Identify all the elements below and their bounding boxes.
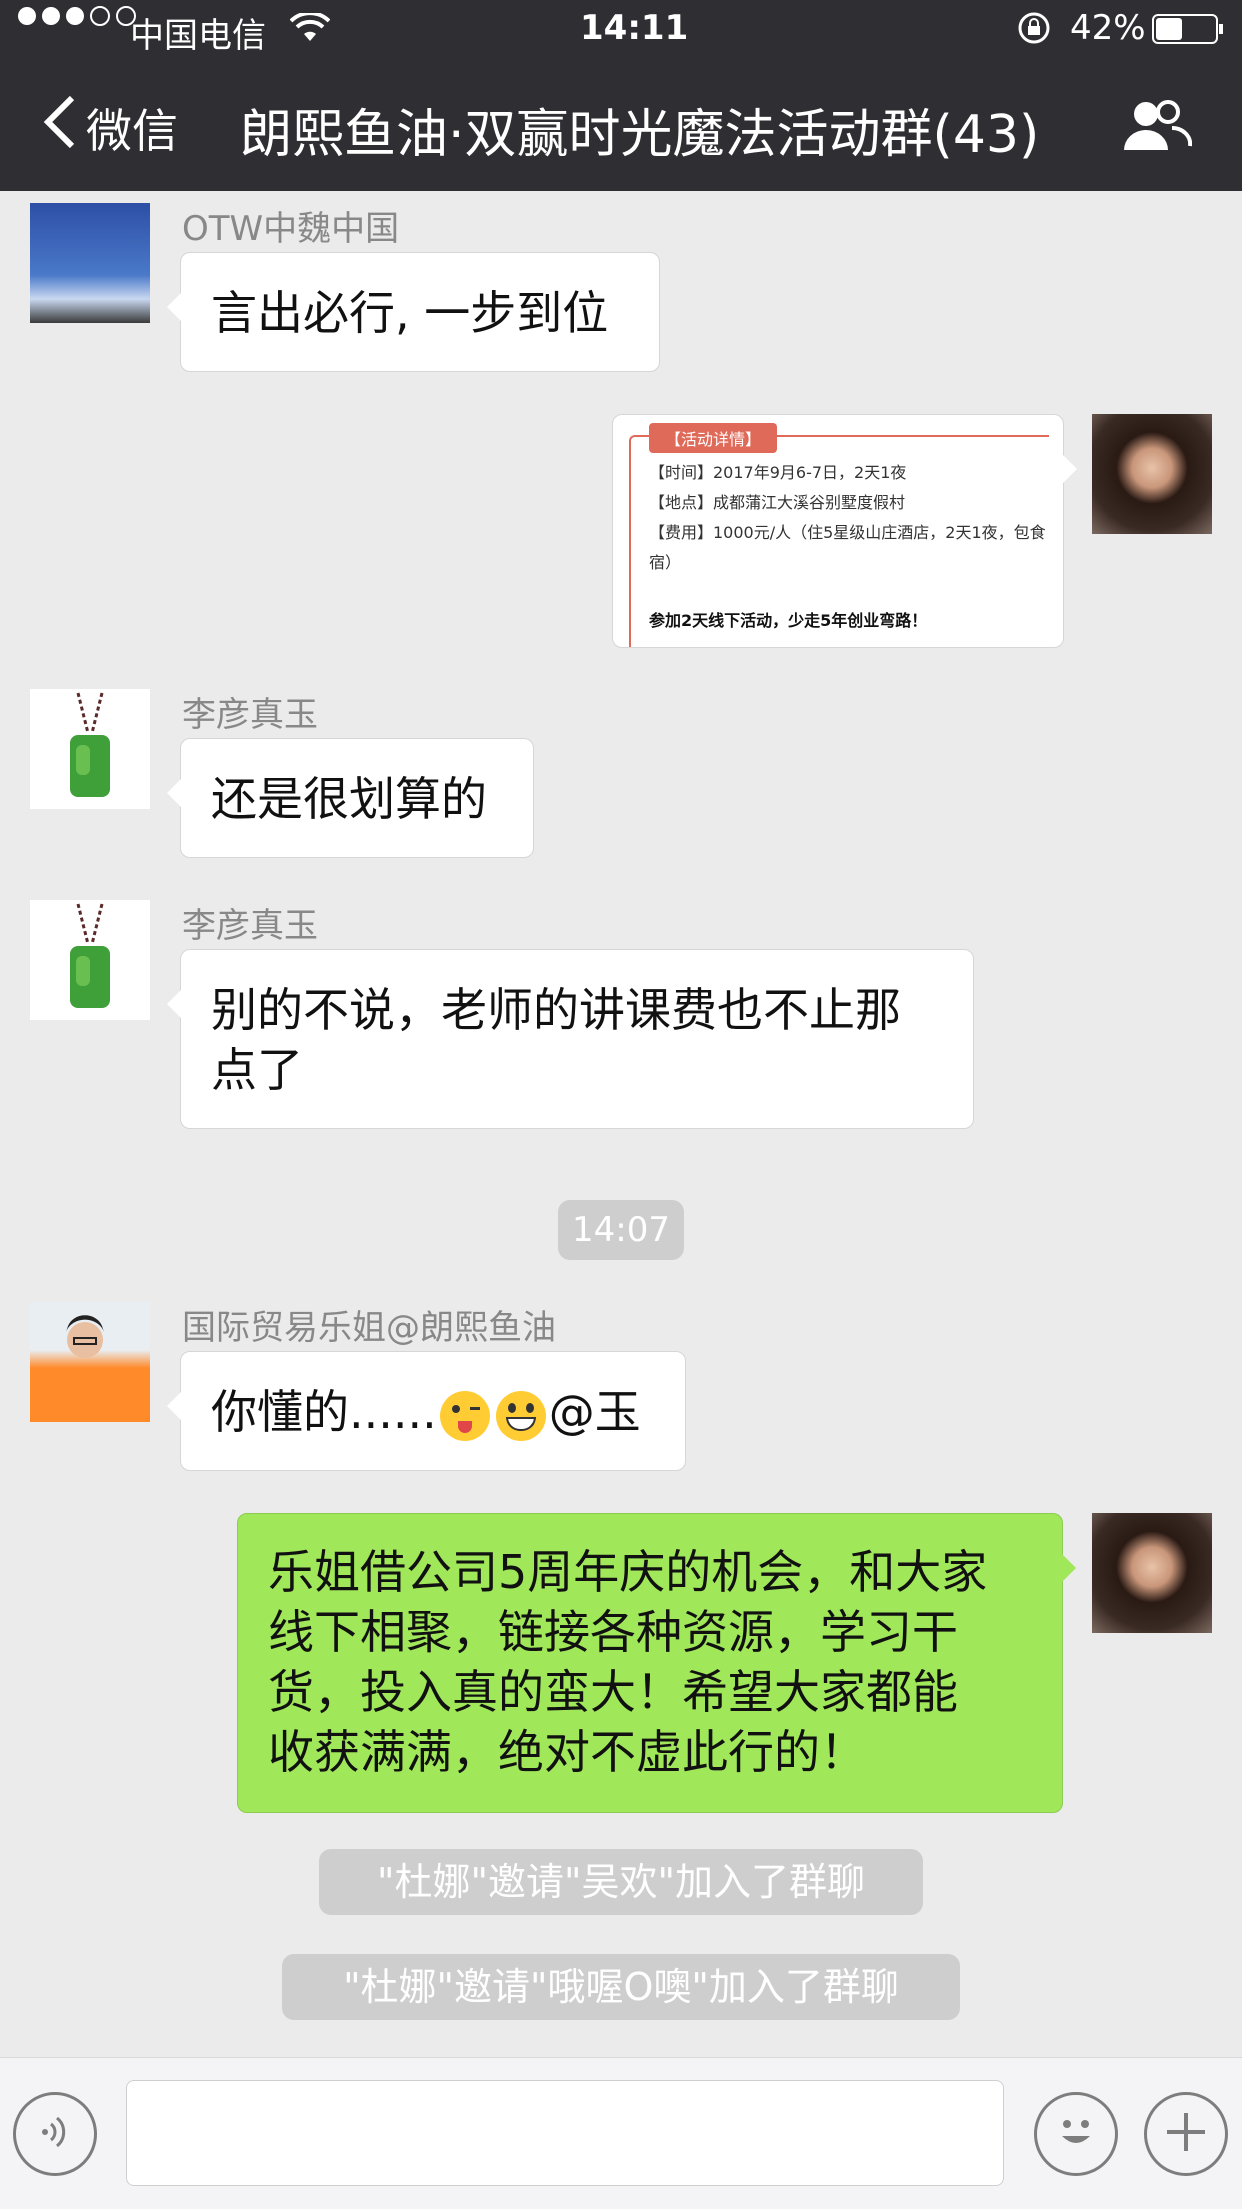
back-label: 微信	[86, 103, 178, 158]
message-text-line: 货，投入真的蛮大！希望大家都能	[268, 1665, 958, 1719]
system-notice: "杜娜"邀请"吴欢"加入了群聊	[319, 1849, 923, 1915]
back-button[interactable]: 微信	[40, 92, 178, 163]
sender-name: 国际贸易乐姐@朗熙鱼油	[182, 1308, 556, 1348]
message-bubble-self[interactable]: 乐姐借公司5周年庆的机会，和大家 线下相聚，链接各种资源，学习干 货，投入真的蛮…	[237, 1513, 1076, 1813]
signal-dots-icon	[18, 6, 136, 26]
avatar-le-jie[interactable]	[30, 1302, 150, 1422]
emoji-button[interactable]	[1034, 2092, 1118, 2176]
message-text: @玉	[548, 1385, 641, 1439]
sender-name: 李彦真玉	[182, 906, 318, 946]
activity-fee: 【费用】1000元/人（住5星级山庄酒店，2天1夜，包食	[649, 523, 1046, 542]
message-bubble[interactable]: 还是很划算的	[167, 738, 534, 858]
clock: 14:11	[580, 8, 689, 48]
activity-slogan: 参加2天线下活动，少走5年创业弯路！	[649, 611, 928, 630]
activity-place: 【地点】成都蒲江大溪谷别墅度假村	[649, 493, 906, 512]
avatar-jade[interactable]	[30, 900, 150, 1020]
emoji-icon	[1046, 2102, 1106, 2166]
battery-percent: 42%	[1070, 8, 1146, 48]
message-text-line: 收获满满，绝对不虚此行的！	[268, 1725, 866, 1779]
message-text: 言出必行, 一步到位	[211, 286, 609, 340]
plus-icon	[1161, 2107, 1211, 2161]
carrier-label: 中国电信	[130, 16, 266, 56]
voice-icon	[33, 2110, 77, 2158]
avatar-otw[interactable]	[30, 203, 150, 323]
sender-name: OTW中魏中国	[182, 209, 400, 249]
avatar-self[interactable]	[1092, 414, 1212, 534]
grinning-emoji	[495, 1390, 546, 1441]
message-bubble[interactable]: 言出必行, 一步到位	[167, 252, 660, 372]
time-divider: 14:07	[558, 1200, 684, 1260]
message-text: 还是很划算的	[211, 772, 487, 826]
top-bar: 中国电信 14:11 42% 微信 朗熙鱼油·双赢时光魔法活动群(43)	[0, 0, 1242, 191]
group-members-icon[interactable]	[1120, 98, 1193, 160]
message-bubble[interactable]: 别的不说，老师的讲课费也不止那 点了	[167, 949, 974, 1129]
message-input[interactable]	[126, 2080, 1004, 2186]
message-text-line: 线下相聚，链接各种资源，学习干	[268, 1605, 958, 1659]
system-notice: "杜娜"邀请"哦喔O噢"加入了群聊	[282, 1954, 960, 2020]
winking-tongue-emoji	[439, 1390, 490, 1441]
back-chevron-icon	[40, 92, 80, 163]
activity-image-card[interactable]: 【活动详情】 【时间】2017年9月6-7日，2天1夜 【地点】成都蒲江大溪谷别…	[612, 414, 1077, 648]
message-text-line: 别的不说，老师的讲课费也不止那	[211, 983, 901, 1037]
more-button[interactable]	[1144, 2092, 1228, 2176]
avatar-self[interactable]	[1092, 1513, 1212, 1633]
chat-area[interactable]: OTW中魏中国 言出必行, 一步到位 【活动详情】 【时间】2017年9月6-7…	[0, 191, 1242, 2057]
wifi-icon	[289, 11, 331, 52]
rotation-lock-icon	[1016, 10, 1052, 55]
message-text: 你懂的......	[211, 1385, 437, 1439]
message-text-line: 乐姐借公司5周年庆的机会，和大家	[268, 1545, 988, 1599]
battery-icon	[1152, 14, 1223, 44]
activity-badge: 【活动详情】	[649, 423, 778, 453]
voice-button[interactable]	[13, 2092, 97, 2176]
activity-time: 【时间】2017年9月6-7日，2天1夜	[649, 463, 907, 482]
input-bar	[0, 2057, 1242, 2209]
activity-fee-cont: 宿）	[649, 553, 682, 572]
message-text-line: 点了	[211, 1043, 303, 1097]
avatar-jade[interactable]	[30, 689, 150, 809]
status-bar: 中国电信 14:11 42%	[0, 0, 1242, 62]
sender-name: 李彦真玉	[182, 695, 318, 735]
chat-title: 朗熙鱼油·双赢时光魔法活动群(43)	[240, 105, 1040, 165]
message-bubble[interactable]: 你懂的...... @玉	[167, 1351, 686, 1471]
